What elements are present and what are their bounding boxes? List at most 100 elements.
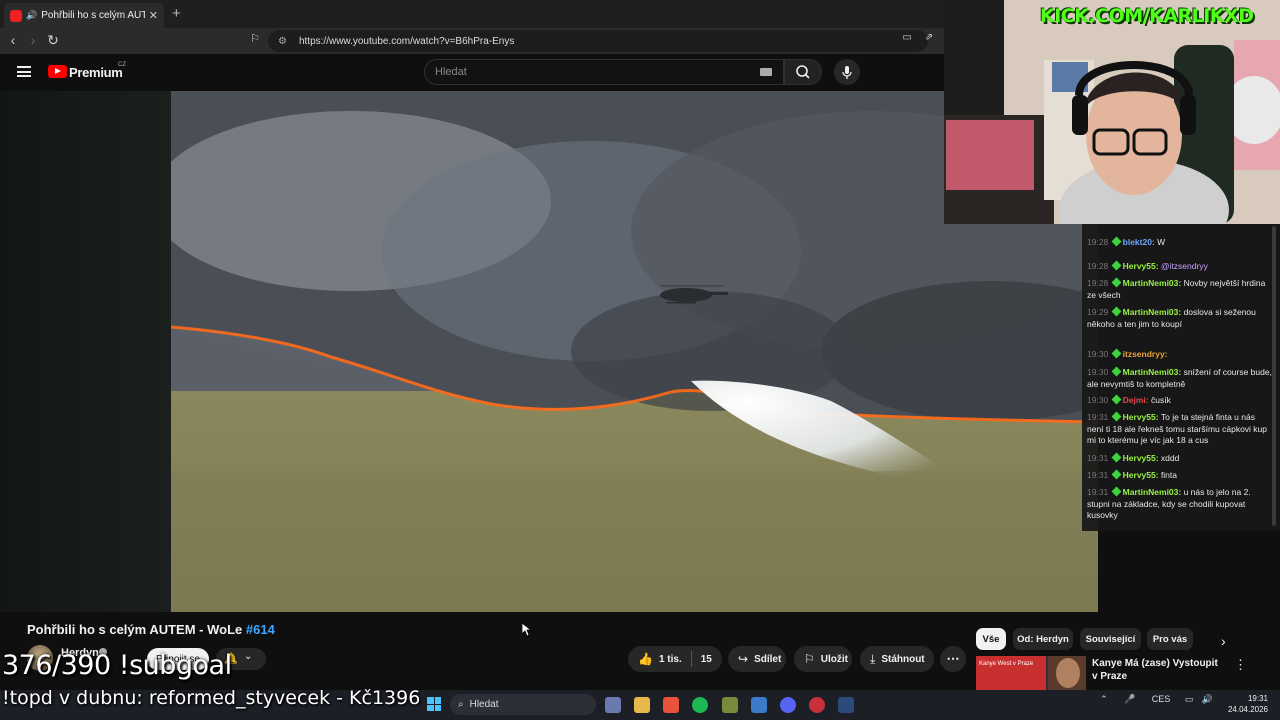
chat-username[interactable]: MartinNemi03: <box>1123 307 1184 317</box>
more-actions-button[interactable]: ⋯ <box>940 646 966 672</box>
chat-username[interactable]: MartinNemi03: <box>1123 278 1184 288</box>
download-label: Stáhnout <box>881 653 925 665</box>
close-tab-icon[interactable]: ✕ <box>149 9 158 22</box>
recommendation-title[interactable]: Kanye Má (zase) Vystoupit v Praze <box>1092 657 1218 683</box>
chat-timestamp: 19:30 <box>1087 367 1111 377</box>
subscriber-badge-icon <box>1111 469 1122 480</box>
search-button[interactable] <box>784 59 822 85</box>
save-button[interactable]: ⚐ Uložit <box>794 646 852 672</box>
bookmark-icon[interactable]: ⚐ <box>246 32 264 45</box>
recommendation-thumbnail-image: Kanye West v Praze <box>976 656 1086 690</box>
url-text: https://www.youtube.com/watch?v=B6hPra-E… <box>298 35 515 47</box>
speaker-icon[interactable]: 🔊 <box>26 10 37 21</box>
search-icon <box>796 65 810 79</box>
search-placeholder: Hledat <box>435 66 467 78</box>
like-separator <box>690 651 692 667</box>
language-indicator[interactable]: CES <box>1152 694 1171 704</box>
chat-timestamp: 19:30 <box>1087 349 1111 359</box>
task-view-icon[interactable] <box>605 697 621 713</box>
mic-tray-icon[interactable]: 🎤 <box>1124 694 1135 704</box>
brave-browser-icon[interactable] <box>663 697 679 713</box>
chat-username[interactable]: MartinNemi03: <box>1123 487 1184 497</box>
address-bar-row: ‹ › ↻ ⚐ ⚙ https://www.youtube.com/watch?… <box>0 28 944 54</box>
chip-from-channel[interactable]: Od: Herdyn <box>1013 628 1073 650</box>
app-icon[interactable] <box>722 697 738 713</box>
chevron-up-icon[interactable]: ⌃ <box>1100 694 1108 704</box>
episode-hashtag[interactable]: #614 <box>246 622 275 637</box>
chat-message: 19:30 Dejmi: čusík <box>1087 394 1273 407</box>
back-icon[interactable]: ‹ <box>4 32 22 48</box>
like-dislike-group[interactable]: 👍 1 tis. 15 <box>628 646 722 672</box>
download-button[interactable]: ⤓ Stáhnout <box>860 646 934 672</box>
url-field[interactable]: ⚙ https://www.youtube.com/watch?v=B6hPra… <box>268 30 928 52</box>
chip-all[interactable]: Vše <box>976 628 1006 650</box>
chat-username[interactable]: Hervy55: <box>1123 470 1161 480</box>
chat-message: 19:31 Hervy55: finta <box>1087 469 1273 482</box>
comment-count[interactable]: 15 <box>701 654 712 665</box>
chat-timestamp: 19:31 <box>1087 453 1111 463</box>
network-icon[interactable]: ▭ <box>1185 694 1194 704</box>
search-input[interactable]: Hledat <box>424 59 784 85</box>
site-info-icon[interactable]: ⚙ <box>278 36 287 47</box>
chat-username[interactable]: Dejmi: <box>1123 395 1151 405</box>
chip-for-you[interactable]: Pro vás <box>1147 628 1193 650</box>
thumbnail-caption: Kanye West v Praze <box>979 661 1034 667</box>
volume-icon[interactable]: 🔊 <box>1202 694 1213 704</box>
chat-scrollbar[interactable] <box>1272 226 1276 526</box>
forward-icon[interactable]: › <box>24 32 42 48</box>
chevron-down-icon: ⌄ <box>244 651 253 662</box>
discord-icon[interactable] <box>780 697 796 713</box>
more-vert-icon[interactable]: ⋮ <box>1234 657 1247 673</box>
reload-icon[interactable]: ↻ <box>44 32 62 49</box>
subscriber-badge-icon <box>1111 366 1122 377</box>
top-donor-ticker: !topd v dubnu: reformed_styvecek - Kč139… <box>2 687 421 709</box>
chat-username[interactable]: MartinNemi03: <box>1123 367 1184 377</box>
thumbs-up-icon[interactable]: 👍 <box>638 652 653 666</box>
chip-related[interactable]: Související <box>1080 628 1141 650</box>
microphone-icon <box>842 66 852 79</box>
clock-date: 24.04.2026 <box>1227 705 1268 714</box>
subscriber-badge-icon <box>1111 236 1122 247</box>
share-icon: ↪ <box>738 652 749 666</box>
chat-text: @itzsendryy <box>1160 261 1208 271</box>
youtube-logo-icon[interactable] <box>48 65 67 78</box>
youtube-premium-wordmark[interactable]: Premium <box>69 65 123 80</box>
cast-icon[interactable]: ▭ <box>898 32 916 43</box>
subgoal-overlay: 376/390 !subgoal <box>2 650 232 681</box>
spotify-icon[interactable] <box>692 697 708 713</box>
kick-url-overlay: KICK.COM/KARLIKXD <box>1040 5 1254 27</box>
obs-icon[interactable] <box>809 697 825 713</box>
steam-icon[interactable] <box>838 697 854 713</box>
chat-username[interactable]: blekt20: <box>1123 237 1158 247</box>
share-label: Sdílet <box>754 653 782 665</box>
chat-username[interactable]: Hervy55: <box>1123 453 1161 463</box>
windows-start-icon[interactable] <box>427 697 441 711</box>
country-code: CZ <box>118 62 126 68</box>
video-title-text: Pohřbili ho s celým AUTEM - WoLe <box>27 622 243 637</box>
keyboard-icon[interactable] <box>760 68 772 76</box>
chat-username[interactable]: Hervy55: <box>1123 412 1161 422</box>
like-count[interactable]: 1 tis. <box>659 654 682 665</box>
chrome-icon[interactable] <box>751 697 767 713</box>
chat-message: 19:30 itzsendryy: <box>1087 348 1273 361</box>
new-tab-button[interactable]: + <box>172 5 181 22</box>
chat-username[interactable]: Hervy55: <box>1123 261 1161 271</box>
recommendation-thumbnail[interactable]: Kanye West v Praze <box>976 656 1086 690</box>
chevron-right-icon[interactable]: › <box>1221 633 1226 649</box>
chat-timestamp: 19:30 <box>1087 395 1111 405</box>
taskbar-search-input[interactable]: ⌕ Hledat <box>450 694 596 715</box>
chat-timestamp: 19:28 <box>1087 278 1111 288</box>
browser-tab[interactable]: 🔊 Pohřbili ho s celým AUTEM - ✕ <box>4 3 164 28</box>
menu-icon[interactable] <box>17 66 31 77</box>
save-label: Uložit <box>820 653 848 665</box>
taskbar-search-placeholder: Hledat <box>469 699 499 710</box>
share-page-icon[interactable]: ⇗ <box>920 32 938 43</box>
youtube-favicon-icon <box>10 9 22 22</box>
chat-text: čusík <box>1150 395 1171 405</box>
voice-search-button[interactable] <box>834 59 860 85</box>
streamer-webcam <box>944 0 1280 224</box>
taskbar-clock[interactable]: 19:31 24.04.2026 <box>1226 693 1268 715</box>
share-button[interactable]: ↪ Sdílet <box>728 646 786 672</box>
file-explorer-icon[interactable] <box>634 697 650 713</box>
chat-username[interactable]: itzsendryy: <box>1123 349 1168 359</box>
